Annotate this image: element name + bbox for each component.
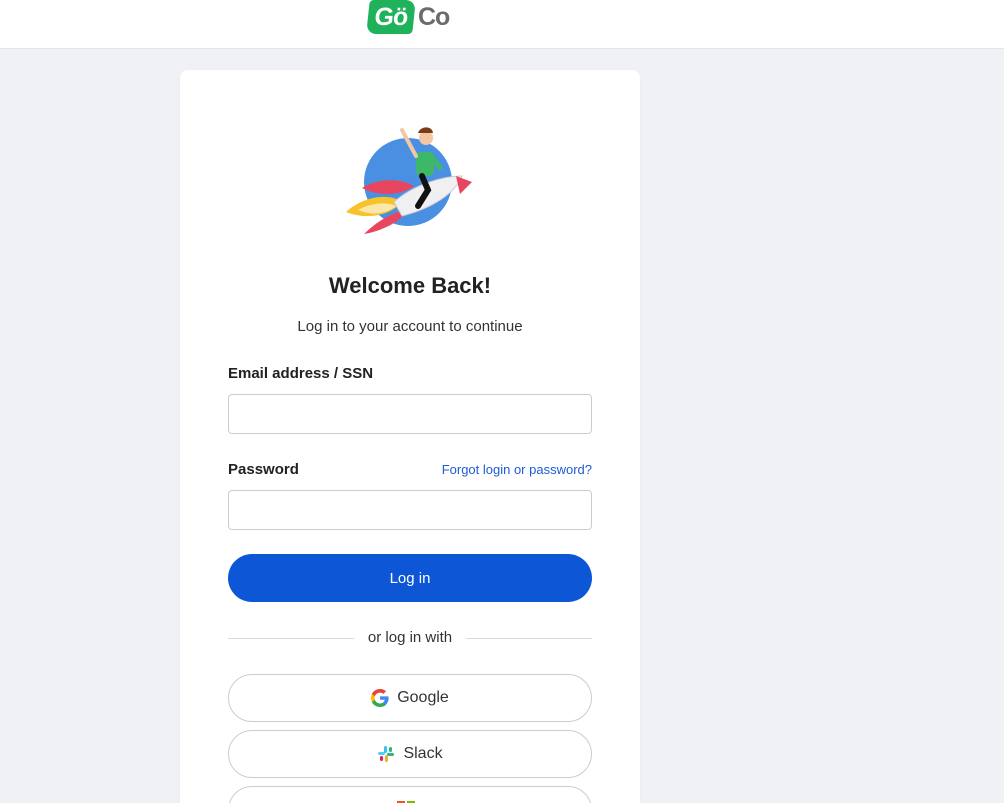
divider-line-right — [466, 638, 592, 639]
sso-divider: or log in with — [228, 628, 592, 648]
login-button[interactable]: Log in — [228, 554, 592, 602]
page-subtitle: Log in to your account to continue — [297, 318, 523, 335]
google-login-label: Google — [397, 689, 449, 706]
google-icon — [371, 689, 389, 707]
rocket-illustration — [346, 127, 472, 234]
email-label: Email address / SSN — [228, 365, 374, 382]
logo-co-text: Co — [418, 3, 450, 31]
slack-login-button[interactable]: Slack — [228, 730, 592, 778]
slack-login-label: Slack — [403, 745, 443, 762]
login-card: Welcome Back! Log in to your account to … — [180, 70, 640, 803]
google-login-button[interactable]: Google — [228, 674, 592, 722]
page-title: Welcome Back! — [328, 273, 492, 298]
password-field[interactable] — [228, 490, 592, 530]
microsoft-login-button[interactable] — [228, 786, 592, 803]
goco-logo[interactable]: Gö Co — [366, 0, 450, 36]
email-field[interactable] — [228, 394, 592, 434]
top-bar: Gö Co — [0, 0, 1004, 49]
slack-icon — [378, 746, 395, 762]
password-label: Password — [228, 461, 299, 478]
logo-go-mark: Gö — [366, 0, 416, 34]
forgot-password-link[interactable]: Forgot login or password? — [442, 462, 592, 477]
